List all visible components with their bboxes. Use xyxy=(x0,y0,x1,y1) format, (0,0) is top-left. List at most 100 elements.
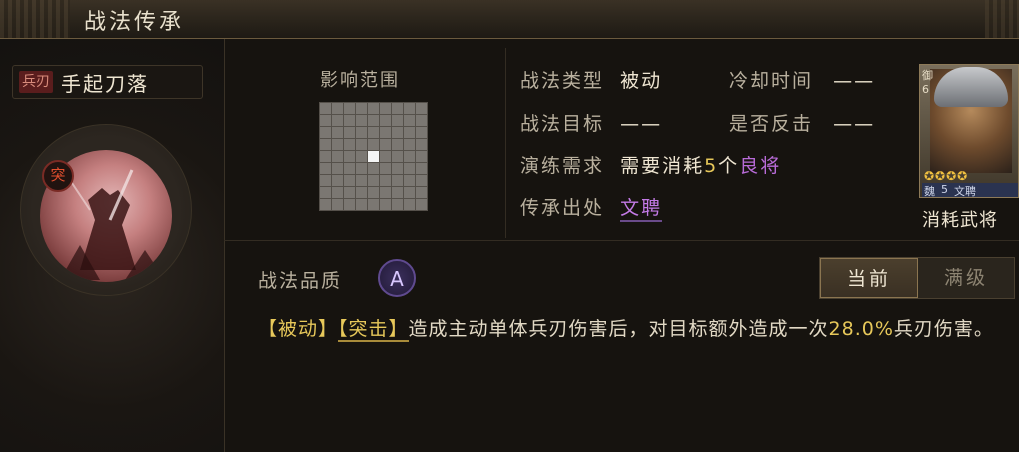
range-cell xyxy=(344,139,355,150)
range-cell xyxy=(380,151,391,162)
range-cell xyxy=(404,163,415,174)
requirement-item: 良将 xyxy=(739,155,782,177)
range-cell-target xyxy=(368,151,379,162)
range-cell xyxy=(392,139,403,150)
range-cell xyxy=(404,187,415,198)
range-cell xyxy=(404,103,415,114)
range-cell xyxy=(344,163,355,174)
range-cell xyxy=(332,103,343,114)
range-cell xyxy=(356,163,367,174)
tab-max-level[interactable]: 满级 xyxy=(918,258,1014,298)
requirement-count: 5 xyxy=(704,155,719,177)
range-cell xyxy=(344,175,355,186)
source-label: 传承出处 xyxy=(520,197,605,219)
range-cell xyxy=(320,103,331,114)
range-cell xyxy=(380,103,391,114)
general-name: 文聘 xyxy=(954,185,976,198)
range-cell xyxy=(404,139,415,150)
assault-badge: 突 xyxy=(42,160,74,192)
range-cell xyxy=(380,187,391,198)
range-cell xyxy=(332,127,343,138)
range-cell xyxy=(332,139,343,150)
cooldown-row: 冷却时间 —— xyxy=(729,66,875,93)
range-cell xyxy=(392,199,403,210)
counter-row: 是否反击 —— xyxy=(729,109,875,136)
range-cell xyxy=(344,199,355,210)
counter-value: —— xyxy=(833,113,876,135)
range-cell xyxy=(404,175,415,186)
divider-horizontal xyxy=(224,240,1019,241)
title-ornament-right xyxy=(985,0,1019,38)
range-cell xyxy=(344,103,355,114)
range-cell xyxy=(320,199,331,210)
range-cell xyxy=(380,139,391,150)
range-cell xyxy=(356,115,367,126)
range-cell xyxy=(332,163,343,174)
range-cell xyxy=(332,151,343,162)
range-cell xyxy=(368,163,379,174)
range-cell xyxy=(404,199,415,210)
general-info-row: 魏 5 文聘 xyxy=(922,183,1018,198)
range-cell xyxy=(368,199,379,210)
damage-percent: 28.0% xyxy=(828,318,894,340)
range-cell xyxy=(356,175,367,186)
skill-type-badge: 兵刃 xyxy=(19,71,53,93)
range-cell xyxy=(416,163,427,174)
tag-passive: 【被动】 xyxy=(258,318,339,340)
tag-assault[interactable]: 【突击】 xyxy=(338,318,409,342)
range-cell xyxy=(344,187,355,198)
requirement-label: 演练需求 xyxy=(520,155,605,177)
range-cell xyxy=(392,115,403,126)
range-cell xyxy=(344,127,355,138)
cost-label: 5 xyxy=(941,183,948,196)
source-row: 传承出处 文聘 xyxy=(520,193,663,222)
range-cell xyxy=(356,199,367,210)
range-cell xyxy=(368,175,379,186)
range-cell xyxy=(332,115,343,126)
range-cell xyxy=(380,115,391,126)
range-cell xyxy=(404,127,415,138)
level-toggle: 当前 满级 xyxy=(819,257,1015,299)
range-cell xyxy=(344,151,355,162)
range-cell xyxy=(320,175,331,186)
description-text-before: 造成主动单体兵刃伤害后，对目标额外造成一次 xyxy=(408,318,829,340)
range-cell xyxy=(380,127,391,138)
kingdom-label: 魏 xyxy=(924,185,935,198)
skill-name-tag: 兵刃 手起刀落 xyxy=(12,65,203,99)
page-title: 战法传承 xyxy=(84,10,185,35)
range-label: 影响范围 xyxy=(320,70,400,91)
star-rating: ✪✪✪✪ xyxy=(924,169,969,183)
source-general-link[interactable]: 文聘 xyxy=(620,197,663,222)
skill-type-row: 战法类型 被动 xyxy=(520,66,662,93)
skill-target-row: 战法目标 —— xyxy=(520,109,662,136)
range-cell xyxy=(416,139,427,150)
tab-current[interactable]: 当前 xyxy=(820,258,918,298)
range-cell xyxy=(416,115,427,126)
description-text-after: 兵刃伤害。 xyxy=(893,318,994,340)
range-cell xyxy=(416,127,427,138)
general-card[interactable]: 御 6 ✪✪✪✪ 魏 5 文聘 xyxy=(919,64,1019,198)
skill-name: 手起刀落 xyxy=(61,71,149,96)
range-cell xyxy=(368,187,379,198)
range-cell xyxy=(404,115,415,126)
range-cell xyxy=(320,151,331,162)
range-cell xyxy=(332,187,343,198)
skill-target-value: —— xyxy=(620,113,663,135)
requirement-unit: 个 xyxy=(718,155,740,177)
range-cell xyxy=(356,139,367,150)
range-cell xyxy=(416,187,427,198)
general-side-text: 御 6 xyxy=(922,69,933,96)
range-cell xyxy=(416,103,427,114)
range-cell xyxy=(332,199,343,210)
range-cell xyxy=(320,163,331,174)
title-ornament-left xyxy=(0,0,70,38)
range-cell xyxy=(356,127,367,138)
cooldown-value: —— xyxy=(833,70,876,92)
skill-type-label: 战法类型 xyxy=(520,70,605,92)
range-cell xyxy=(392,127,403,138)
range-cell xyxy=(380,175,391,186)
quality-grade-badge: A xyxy=(378,259,416,297)
range-cell xyxy=(392,163,403,174)
range-cell xyxy=(380,163,391,174)
range-cell xyxy=(416,199,427,210)
